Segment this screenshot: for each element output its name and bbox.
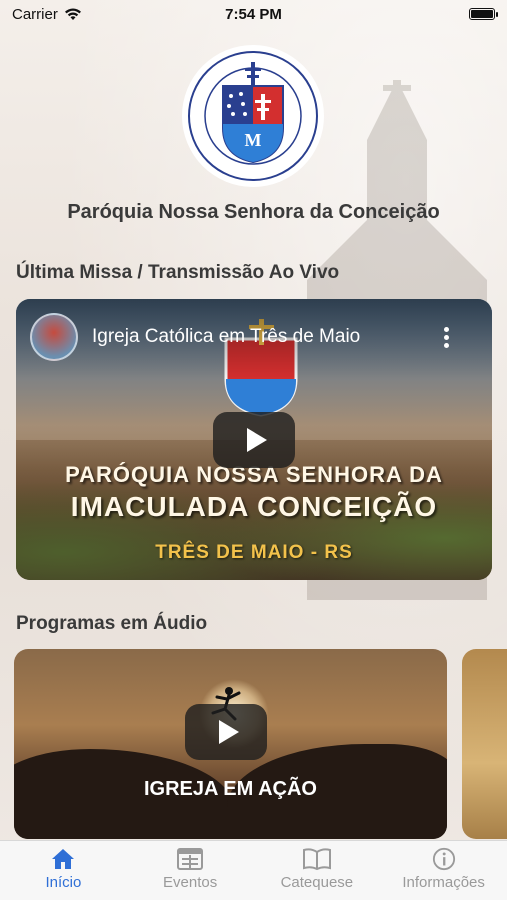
home-icon (52, 849, 75, 869)
tab-bar: Início Eventos Catequese Informações (0, 840, 507, 900)
status-bar: Carrier 7:54 PM (0, 0, 507, 28)
audio-section-title: Programas em Áudio (16, 613, 208, 634)
channel-avatar[interactable] (30, 313, 78, 361)
video-banner-line2: IMACULADA CONCEIÇÃO (70, 491, 438, 522)
more-vertical-icon[interactable] (444, 327, 450, 349)
tab-label: Início (45, 874, 82, 891)
audio-play-button[interactable] (185, 704, 267, 760)
parish-title: Paróquia Nossa Senhora da Conceição (67, 201, 440, 223)
play-icon (246, 428, 267, 452)
video-title[interactable]: Igreja Católica em Três de Maio (92, 326, 422, 348)
tab-eventos[interactable]: Eventos (127, 847, 253, 891)
audio-program-title: IGREJA EM AÇÃO (144, 778, 317, 800)
tab-label: Catequese (280, 874, 354, 891)
tab-inicio[interactable]: Início (0, 847, 126, 891)
parish-crest-logo: M (181, 44, 325, 188)
calendar-icon (177, 848, 204, 870)
carrier-label: Carrier (12, 5, 58, 23)
tab-label: Informações (402, 874, 485, 891)
tab-catequese[interactable]: Catequese (254, 847, 380, 891)
video-banner-line3: TRÊS DE MAIO - RS (155, 542, 353, 563)
svg-text:M: M (245, 130, 262, 150)
audio-program-card[interactable]: IGREJA EM AÇÃO (14, 649, 447, 839)
video-play-button[interactable] (213, 412, 295, 468)
info-icon (432, 847, 455, 871)
play-icon (218, 720, 239, 744)
book-icon (302, 848, 331, 871)
tab-informacoes[interactable]: Informações (381, 847, 507, 891)
battery-icon (469, 8, 498, 20)
live-section-title: Última Missa / Transmissão Ao Vivo (16, 262, 340, 283)
tab-label: Eventos (163, 874, 218, 891)
wifi-icon (64, 8, 81, 20)
audio-program-card-next[interactable] (462, 649, 507, 839)
live-video-player[interactable]: Igreja Católica em Três de Maio PARÓQUIA… (16, 299, 492, 580)
